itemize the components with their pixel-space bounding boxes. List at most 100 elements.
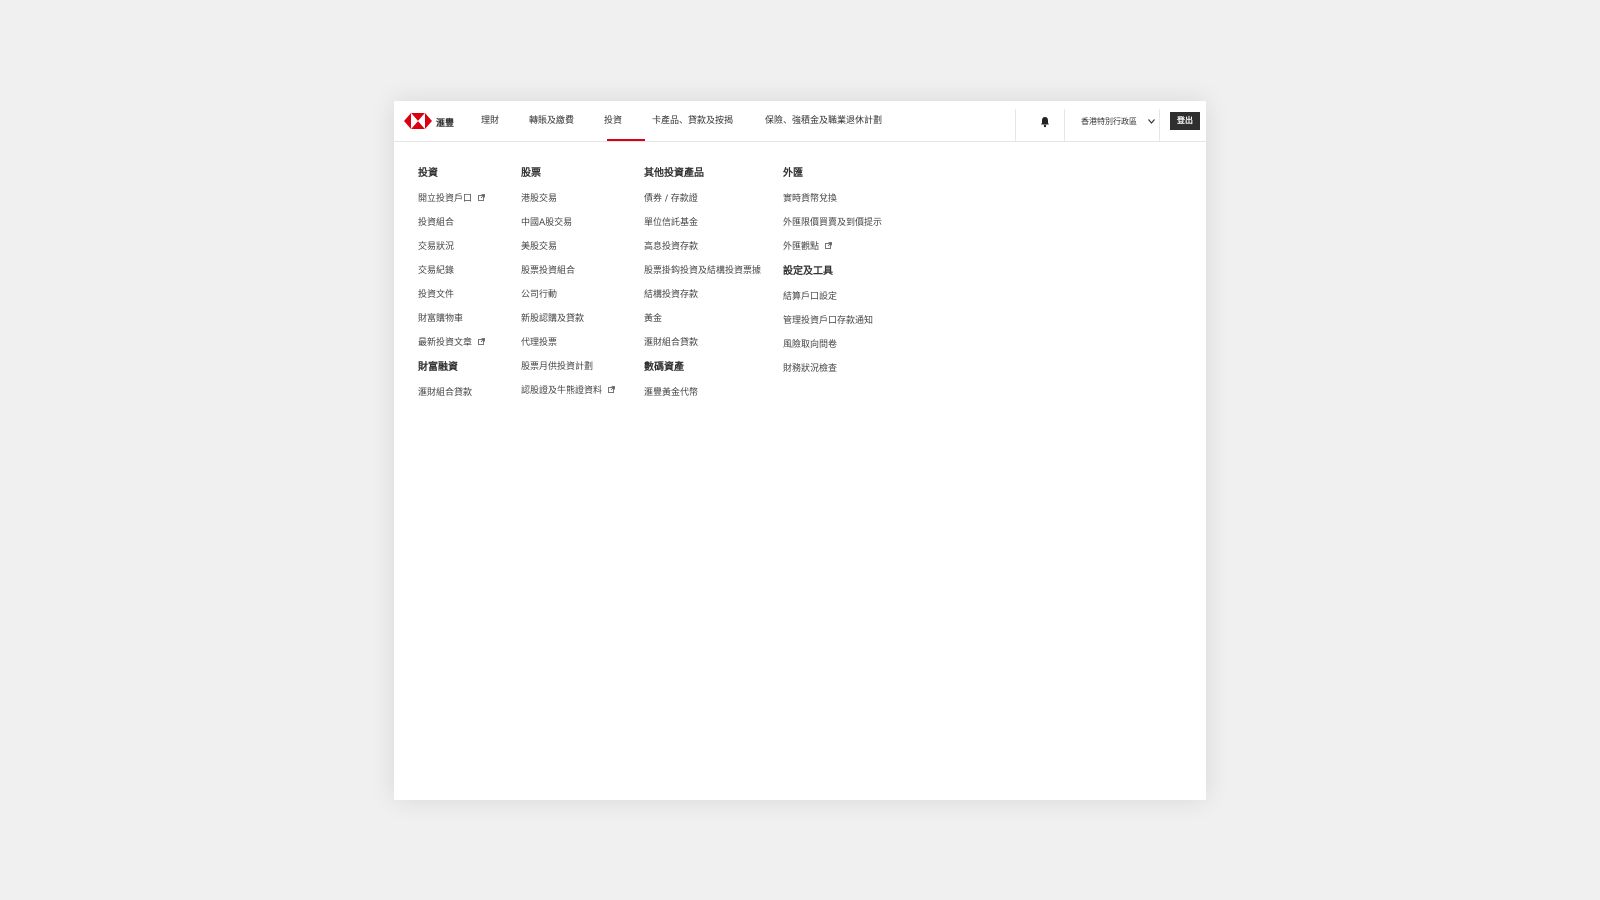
menu-column: 其他投資產品 債券 / 存款證 單位信託基金 高息投資存款 股票掛鈎投資及結構投資票據結… [644, 167, 762, 411]
menu-link[interactable]: 外匯限價買賣及到價提示 [783, 217, 913, 229]
menu-column: 股票港股交易中國A股交易 美股交易股票投資組合 公司行動新股認購及貸款 代理投票股票月… [521, 167, 631, 409]
menu-link[interactable]: 債券 / 存款證 [644, 193, 762, 205]
menu-link[interactable]: 最新投資文章 [418, 337, 508, 349]
browser-window: 滙豐 理財 轉賬及繳費 投資 卡產品、貸款及按揭 保險、強積金及職業退休計劃 香… [394, 101, 1206, 800]
nav-item-insurance[interactable]: 保險、強積金及職業退休計劃 [765, 115, 882, 127]
menu-link-list: 實時貨幣兌換 外匯限價買賣及到價提示 外匯觀點 [783, 193, 913, 253]
menu-link-label: 認股證及牛熊證資料 [521, 386, 603, 396]
menu-group: 外匯實時貨幣兌換 外匯限價買賣及到價提示 外匯觀點 [783, 167, 913, 253]
menu-link[interactable]: 財務狀況檢查 [783, 363, 913, 375]
menu-link-label: 結算戶口設定 [783, 292, 838, 302]
menu-link-label: 外匯限價買賣及到價提示 [783, 218, 883, 228]
menu-link-label: 公司行動 [521, 290, 558, 300]
menu-link-label: 債券 / 存款證 [644, 194, 698, 204]
menu-link-label: 黃金 [644, 314, 663, 324]
menu-group-title: 設定及工具 [783, 266, 833, 277]
menu-link[interactable]: 結構投資存款 [644, 289, 762, 301]
external-link-icon [608, 385, 615, 393]
menu-link-label: 高息投資存款 [644, 242, 699, 252]
menu-link[interactable]: 管理投資戶口存款通知 [783, 315, 913, 327]
external-link-icon [478, 337, 485, 345]
divider [1159, 109, 1160, 141]
menu-group-title: 投資 [418, 168, 438, 179]
menu-link[interactable]: 港股交易 [521, 193, 631, 205]
external-link-icon [478, 193, 485, 201]
menu-link[interactable]: 美股交易 [521, 241, 631, 253]
menu-link-label: 外匯觀點 [783, 242, 820, 252]
bell-icon[interactable] [1039, 116, 1051, 128]
menu-group-title: 外匯 [783, 168, 803, 179]
menu-link[interactable]: 開立投資戶口 [418, 193, 508, 205]
menu-link[interactable]: 財富購物車 [418, 313, 508, 325]
menu-group: 其他投資產品 債券 / 存款證 單位信託基金 高息投資存款 股票掛鈎投資及結構投資票據結… [644, 167, 762, 349]
menu-group-title: 股票 [521, 168, 541, 179]
menu-link-label: 滙財組合貸款 [418, 388, 473, 398]
menu-column: 投資開立投資戶口 投資組合交易狀況交易紀錄投資文件財富購物車最新投資文章 財富融資滙… [418, 167, 508, 411]
menu-link[interactable]: 高息投資存款 [644, 241, 762, 253]
menu-link[interactable]: 風險取向問卷 [783, 339, 913, 351]
active-tab-indicator [607, 139, 645, 141]
menu-link-label: 代理投票 [521, 338, 558, 348]
menu-link-label: 財務狀況檢查 [783, 364, 838, 374]
menu-link-label: 投資組合 [418, 218, 455, 228]
menu-group: 數碼資產 滙豐黃金代幣 [644, 361, 762, 399]
menu-link[interactable]: 公司行動 [521, 289, 631, 301]
menu-group-title: 財富融資 [418, 362, 458, 373]
menu-link[interactable]: 滙豐黃金代幣 [644, 387, 762, 399]
menu-link[interactable]: 中國A股交易 [521, 217, 631, 229]
brand-logo[interactable]: 滙豐 [404, 113, 454, 131]
divider [1064, 109, 1065, 141]
menu-link[interactable]: 投資文件 [418, 289, 508, 301]
menu-group: 設定及工具結算戶口設定管理投資戶口存款通知 風險取向問卷 財務狀況檢查 [783, 265, 913, 375]
menu-link-label: 管理投資戶口存款通知 [783, 316, 874, 326]
menu-link-label: 滙豐黃金代幣 [644, 388, 699, 398]
menu-link-list: 債券 / 存款證 單位信託基金 高息投資存款股票掛鈎投資及結構投資票據 結構投資存款黃… [644, 193, 762, 349]
menu-link-label: 美股交易 [521, 242, 558, 252]
menu-link[interactable]: 單位信託基金 [644, 217, 762, 229]
menu-link-label: 最新投資文章 [418, 338, 473, 348]
menu-link[interactable]: 滙財組合貸款 [418, 387, 508, 399]
menu-link[interactable]: 交易紀錄 [418, 265, 508, 277]
menu-link[interactable]: 黃金 [644, 313, 762, 325]
nav-item-banking[interactable]: 理財 [481, 115, 499, 127]
menu-link-label: 港股交易 [521, 194, 558, 204]
menu-link[interactable]: 認股證及牛熊證資料 [521, 385, 631, 397]
menu-group: 股票港股交易中國A股交易 美股交易股票投資組合 公司行動新股認購及貸款 代理投票股票月… [521, 167, 631, 397]
menu-link-label: 新股認購及貸款 [521, 314, 585, 324]
brand-name: 滙豐 [436, 119, 455, 129]
menu-link-list: 港股交易中國A股交易 美股交易股票投資組合 公司行動新股認購及貸款 代理投票股票月供投… [521, 193, 631, 397]
menu-link[interactable]: 外匯觀點 [783, 241, 913, 253]
nav-item-transfers[interactable]: 轉賬及繳費 [529, 115, 574, 127]
menu-link[interactable]: 股票掛鈎投資及結構投資票據 [644, 265, 762, 277]
chevron-down-icon[interactable] [1148, 119, 1155, 124]
menu-link[interactable]: 新股認購及貸款 [521, 313, 631, 325]
menu-link-list: 滙豐黃金代幣 [644, 387, 762, 399]
logout-button[interactable]: 登出 [1170, 112, 1200, 130]
menu-link-label: 風險取向問卷 [783, 340, 838, 350]
hsbc-hexagon-logo-icon [404, 113, 432, 129]
divider [1015, 109, 1016, 141]
nav-item-investments[interactable]: 投資 [604, 115, 622, 127]
menu-link-label: 交易狀況 [418, 242, 455, 252]
menu-group: 投資開立投資戶口 投資組合交易狀況交易紀錄投資文件財富購物車最新投資文章 [418, 167, 508, 349]
top-navigation-bar: 滙豐 理財 轉賬及繳費 投資 卡產品、貸款及按揭 保險、強積金及職業退休計劃 香… [394, 101, 1206, 142]
menu-link-label: 投資文件 [418, 290, 455, 300]
menu-link-list: 開立投資戶口 投資組合交易狀況交易紀錄投資文件財富購物車最新投資文章 [418, 193, 508, 349]
menu-link[interactable]: 滙財組合貸款 [644, 337, 762, 349]
menu-link-label: 單位信託基金 [644, 218, 699, 228]
menu-link-label: 交易紀錄 [418, 266, 455, 276]
external-link-icon [825, 241, 832, 249]
menu-link[interactable]: 代理投票 [521, 337, 631, 349]
menu-link[interactable]: 交易狀況 [418, 241, 508, 253]
menu-link[interactable]: 股票月供投資計劃 [521, 361, 631, 373]
menu-link[interactable]: 結算戶口設定 [783, 291, 913, 303]
menu-link-label: 滙財組合貸款 [644, 338, 699, 348]
nav-item-cards-loans[interactable]: 卡產品、貸款及按揭 [652, 115, 733, 127]
menu-link[interactable]: 實時貨幣兌換 [783, 193, 913, 205]
menu-link-label: 結構投資存款 [644, 290, 699, 300]
menu-link[interactable]: 股票投資組合 [521, 265, 631, 277]
menu-link-label: 開立投資戶口 [418, 194, 473, 204]
menu-link[interactable]: 投資組合 [418, 217, 508, 229]
menu-column: 外匯實時貨幣兌換 外匯限價買賣及到價提示 外匯觀點設定及工具結算戶口設定管理投資戶口… [783, 167, 913, 387]
region-selector[interactable]: 香港特別行政區 [1081, 116, 1137, 128]
